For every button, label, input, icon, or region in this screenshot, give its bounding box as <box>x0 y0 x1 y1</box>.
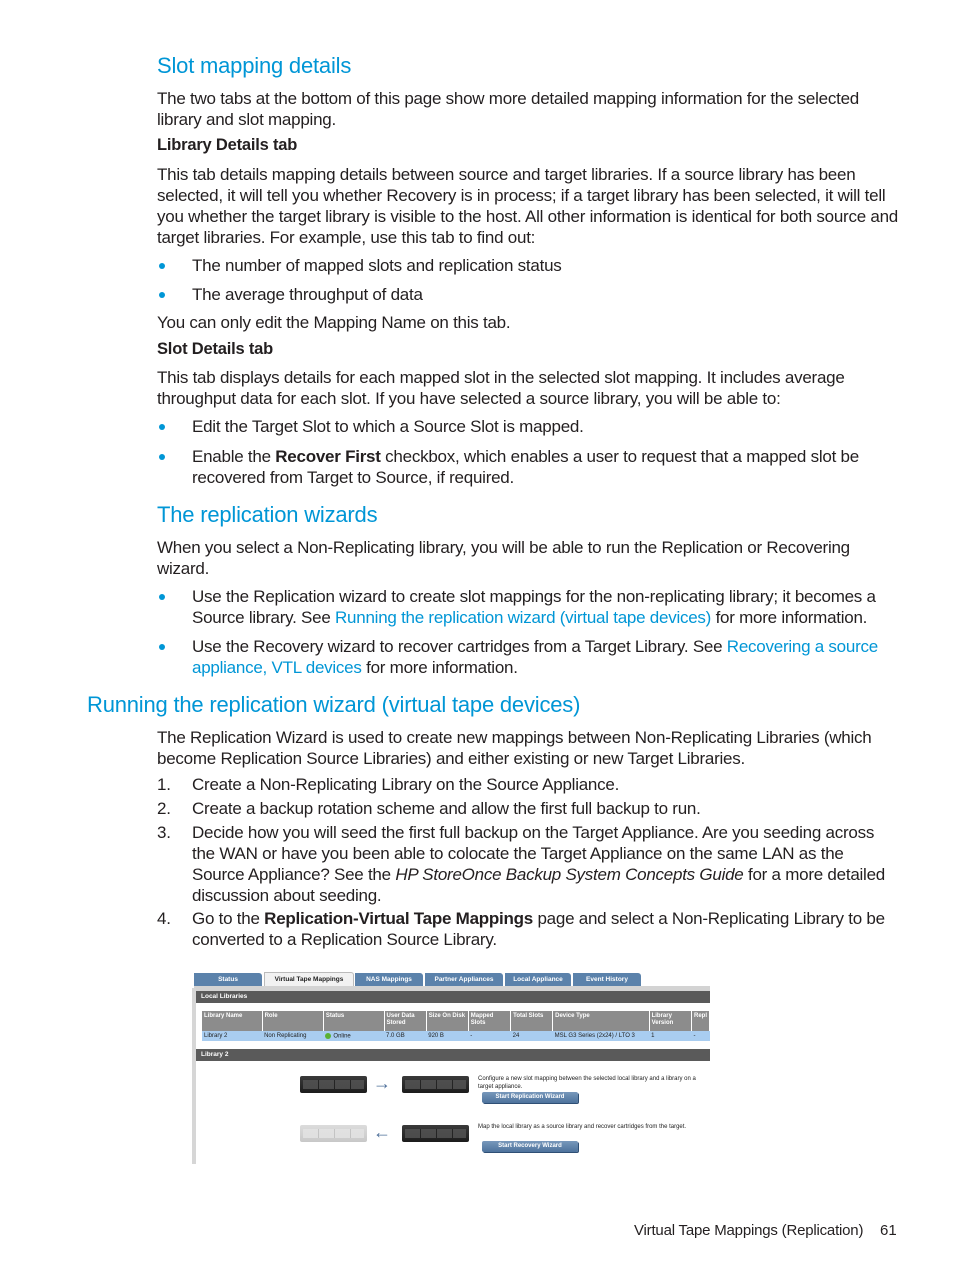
start-recovery-wizard-button[interactable]: Start Recovery Wizard <box>482 1141 578 1152</box>
step-item: 3. Decide how you will seed the first fu… <box>157 823 885 905</box>
cell-size-on-disk: 920 B <box>426 1031 469 1041</box>
bullet-icon <box>159 594 165 600</box>
section-heading-slot-mapping: Slot mapping details <box>157 53 352 78</box>
cell-user-data: 7.0 GB <box>384 1031 427 1041</box>
column-header[interactable]: Status <box>323 1011 385 1031</box>
paragraph: You can only edit the Mapping Name on th… <box>157 313 511 332</box>
bullet-icon <box>159 644 165 650</box>
list-item: Edit the Target Slot to which a Source S… <box>157 416 899 437</box>
section-heading-replication-wizards: The replication wizards <box>157 502 378 527</box>
list-item: The average throughput of data <box>157 284 899 305</box>
cell-device-type: MSL G3 Series (2x24) / LTO 3 <box>552 1031 650 1041</box>
tab-local-appliance[interactable]: Local Appliance <box>505 973 571 986</box>
arrow-left-icon: ← <box>373 1122 391 1142</box>
local-libraries-table: Library Name Role Status User Data Store… <box>202 1011 710 1041</box>
recovery-description: Map the local library as a source librar… <box>478 1124 687 1130</box>
cell-mapped-slots: - <box>468 1031 511 1041</box>
replication-description: Configure a new slot mapping between the… <box>478 1076 696 1090</box>
step-item: 1. Create a Non-Replicating Library on t… <box>157 775 620 794</box>
bullet-icon <box>159 424 165 430</box>
column-header[interactable]: Role <box>262 1011 324 1031</box>
start-replication-wizard-button[interactable]: Start Replication Wizard <box>482 1092 578 1103</box>
column-header[interactable]: Size On Disk <box>426 1011 469 1031</box>
embedded-screenshot: Status Virtual Tape Mappings NAS Mapping… <box>192 970 710 1164</box>
cell-role: Non Replicating <box>262 1031 324 1041</box>
tab-status[interactable]: Status <box>194 973 262 986</box>
left-border <box>192 988 196 1164</box>
list-item: Use the Recovery wizard to recover cartr… <box>157 636 899 678</box>
column-header[interactable]: Total Slots <box>510 1011 554 1031</box>
target-appliance-icon <box>402 1076 469 1093</box>
list-item: The number of mapped slots and replicati… <box>157 255 899 276</box>
bullet-icon <box>159 292 165 298</box>
cell-library-version: 1 <box>649 1031 692 1041</box>
tab-event-history[interactable]: Event History <box>573 973 641 986</box>
footer-title: Virtual Tape Mappings (Replication) <box>634 1222 864 1239</box>
column-header[interactable]: Mapped Slots <box>468 1011 512 1031</box>
tab-nas-mappings[interactable]: NAS Mappings <box>355 973 423 986</box>
column-header[interactable]: Library Version <box>649 1011 692 1031</box>
source-appliance-faded-icon <box>300 1125 367 1142</box>
source-appliance-icon <box>300 1076 367 1093</box>
section-heading-running-replication-wizard: Running the replication wizard (virtual … <box>87 692 581 717</box>
arrow-right-icon: → <box>373 1073 391 1093</box>
column-header[interactable]: User Data Stored <box>384 1011 427 1031</box>
bullet-icon <box>159 263 165 269</box>
paragraph: The two tabs at the bottom of this page … <box>157 89 859 129</box>
link-running-replication-wizard[interactable]: Running the replication wizard (virtual … <box>335 608 711 627</box>
replication-vtm-page-term: Replication-Virtual Tape Mappings <box>264 909 533 928</box>
cell-total-slots: 24 <box>510 1031 553 1041</box>
column-header[interactable]: Repl <box>691 1011 710 1031</box>
step-item: 2. Create a backup rotation scheme and a… <box>157 799 701 818</box>
cell-status: Online <box>323 1031 385 1041</box>
paragraph: This tab details mapping details between… <box>157 165 898 247</box>
list-item: Use the Replication wizard to create slo… <box>157 586 899 628</box>
step-item: 4. Go to the Replication-Virtual Tape Ma… <box>157 909 885 949</box>
paragraph: The Replication Wizard is used to create… <box>157 728 872 768</box>
subheading-library-details: Library Details tab <box>157 136 298 154</box>
document-page: Slot mapping details The two tabs at the… <box>0 0 954 1271</box>
paragraph: When you select a Non-Replicating librar… <box>157 538 850 578</box>
tab-partner-appliances[interactable]: Partner Appliances <box>425 973 503 986</box>
page-number: 61 <box>880 1222 897 1239</box>
paragraph: This tab displays details for each mappe… <box>157 368 845 408</box>
column-header[interactable]: Library Name <box>202 1011 263 1031</box>
subheading-slot-details: Slot Details tab <box>157 340 273 358</box>
cell-library-name: Library 2 <box>202 1031 263 1041</box>
local-libraries-header: Local Libraries <box>196 991 710 1003</box>
tab-bar: Status Virtual Tape Mappings NAS Mapping… <box>194 972 710 988</box>
cell-replication: - <box>691 1031 710 1041</box>
online-check-icon <box>325 1032 332 1039</box>
table-row[interactable]: Library 2 Non Replicating Online 7.0 GB … <box>202 1031 710 1041</box>
column-header[interactable]: Device Type <box>552 1011 650 1031</box>
concepts-guide-title: HP StoreOnce Backup System Concepts Guid… <box>395 865 744 884</box>
bullet-icon <box>159 454 165 460</box>
list-item: Enable the Recover First checkbox, which… <box>157 446 899 488</box>
target-appliance-icon <box>402 1125 469 1142</box>
library-panel-header: Library 2 <box>196 1049 710 1061</box>
table-header-row: Library Name Role Status User Data Store… <box>202 1011 710 1031</box>
recover-first-term: Recover First <box>275 447 381 466</box>
